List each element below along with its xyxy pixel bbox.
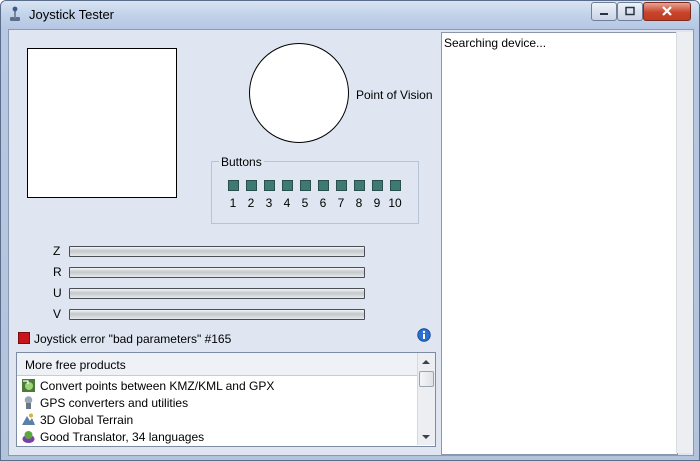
joystick-button-indicator <box>300 180 311 191</box>
buttons-group-box <box>211 161 419 224</box>
translator-icon <box>22 431 35 443</box>
product-item-label: 3D Global Terrain <box>40 413 134 427</box>
axis-bar-v <box>69 309 365 320</box>
joystick-button-number: 3 <box>265 196 273 210</box>
device-log-panel[interactable]: Searching device... <box>441 32 678 455</box>
joystick-button-indicator <box>372 180 383 191</box>
status-message: Joystick error "bad parameters" #165 <box>34 332 232 346</box>
joystick-button-number: 7 <box>337 196 345 210</box>
gps-icon <box>24 396 33 409</box>
products-scrollbar[interactable] <box>417 353 435 445</box>
axis-label-r: R <box>53 265 62 279</box>
device-log-scrollbar[interactable] <box>676 32 693 453</box>
joystick-button-number: 4 <box>283 196 291 210</box>
joystick-button-indicator <box>246 180 257 191</box>
window-title: Joystick Tester <box>29 7 115 22</box>
product-item-label: Convert points between KMZ/KML and GPX <box>40 379 275 393</box>
close-icon <box>662 6 672 16</box>
joystick-button-indicator <box>228 180 239 191</box>
app-window: Joystick Tester Point of Vision Buttons … <box>0 0 700 461</box>
terrain-icon <box>22 413 35 425</box>
scroll-down-arrow-icon[interactable] <box>421 433 431 441</box>
joystick-button-indicator <box>390 180 401 191</box>
joystick-button-indicator <box>264 180 275 191</box>
joystick-button-indicator <box>282 180 293 191</box>
client-area: Point of Vision Buttons 1 2 3 4 5 6 7 8 9 10 Z R … <box>8 29 694 456</box>
joystick-button-indicator <box>318 180 329 191</box>
close-button[interactable] <box>643 2 691 21</box>
more-products-header: More free products <box>17 353 417 376</box>
joystick-button-number: 10 <box>388 196 402 210</box>
buttons-group-label: Buttons <box>219 155 264 169</box>
joystick-app-icon <box>10 6 20 21</box>
joystick-button-number: 9 <box>373 196 381 210</box>
product-item-label: Good Translator, 34 languages <box>40 430 205 444</box>
joystick-button-number: 1 <box>229 196 237 210</box>
axis-bar-u <box>69 288 365 299</box>
joystick-button-indicator <box>354 180 365 191</box>
info-icon[interactable] <box>417 328 431 342</box>
joystick-button-number: 6 <box>319 196 327 210</box>
axis-bar-z <box>69 246 365 257</box>
minimize-button[interactable] <box>591 2 617 21</box>
axis-bar-r <box>69 267 365 278</box>
products-scrollbar-thumb[interactable] <box>419 371 434 387</box>
point-of-vision-label: Point of Vision <box>356 88 433 102</box>
joystick-button-number: 2 <box>247 196 255 210</box>
convert-globe-icon <box>22 379 35 392</box>
more-products-title: More free products <box>25 358 126 372</box>
maximize-icon <box>625 6 635 16</box>
scroll-up-arrow-icon[interactable] <box>421 358 431 366</box>
minimize-icon <box>600 13 608 15</box>
maximize-button[interactable] <box>617 2 643 21</box>
joystick-button-number: 8 <box>355 196 363 210</box>
axis-label-z: Z <box>53 244 61 258</box>
axis-label-u: U <box>53 286 62 300</box>
xy-position-preview <box>27 48 177 198</box>
point-of-vision-circle <box>249 43 349 143</box>
joystick-button-number: 5 <box>301 196 309 210</box>
title-bar[interactable]: Joystick Tester <box>1 1 699 29</box>
status-indicator <box>18 332 30 344</box>
device-log-text: Searching device... <box>444 36 547 50</box>
product-item-label: GPS converters and utilities <box>40 396 189 410</box>
joystick-button-indicator <box>336 180 347 191</box>
axis-label-v: V <box>53 307 62 321</box>
more-products-list[interactable]: More free products Convert points betwee… <box>16 352 436 447</box>
